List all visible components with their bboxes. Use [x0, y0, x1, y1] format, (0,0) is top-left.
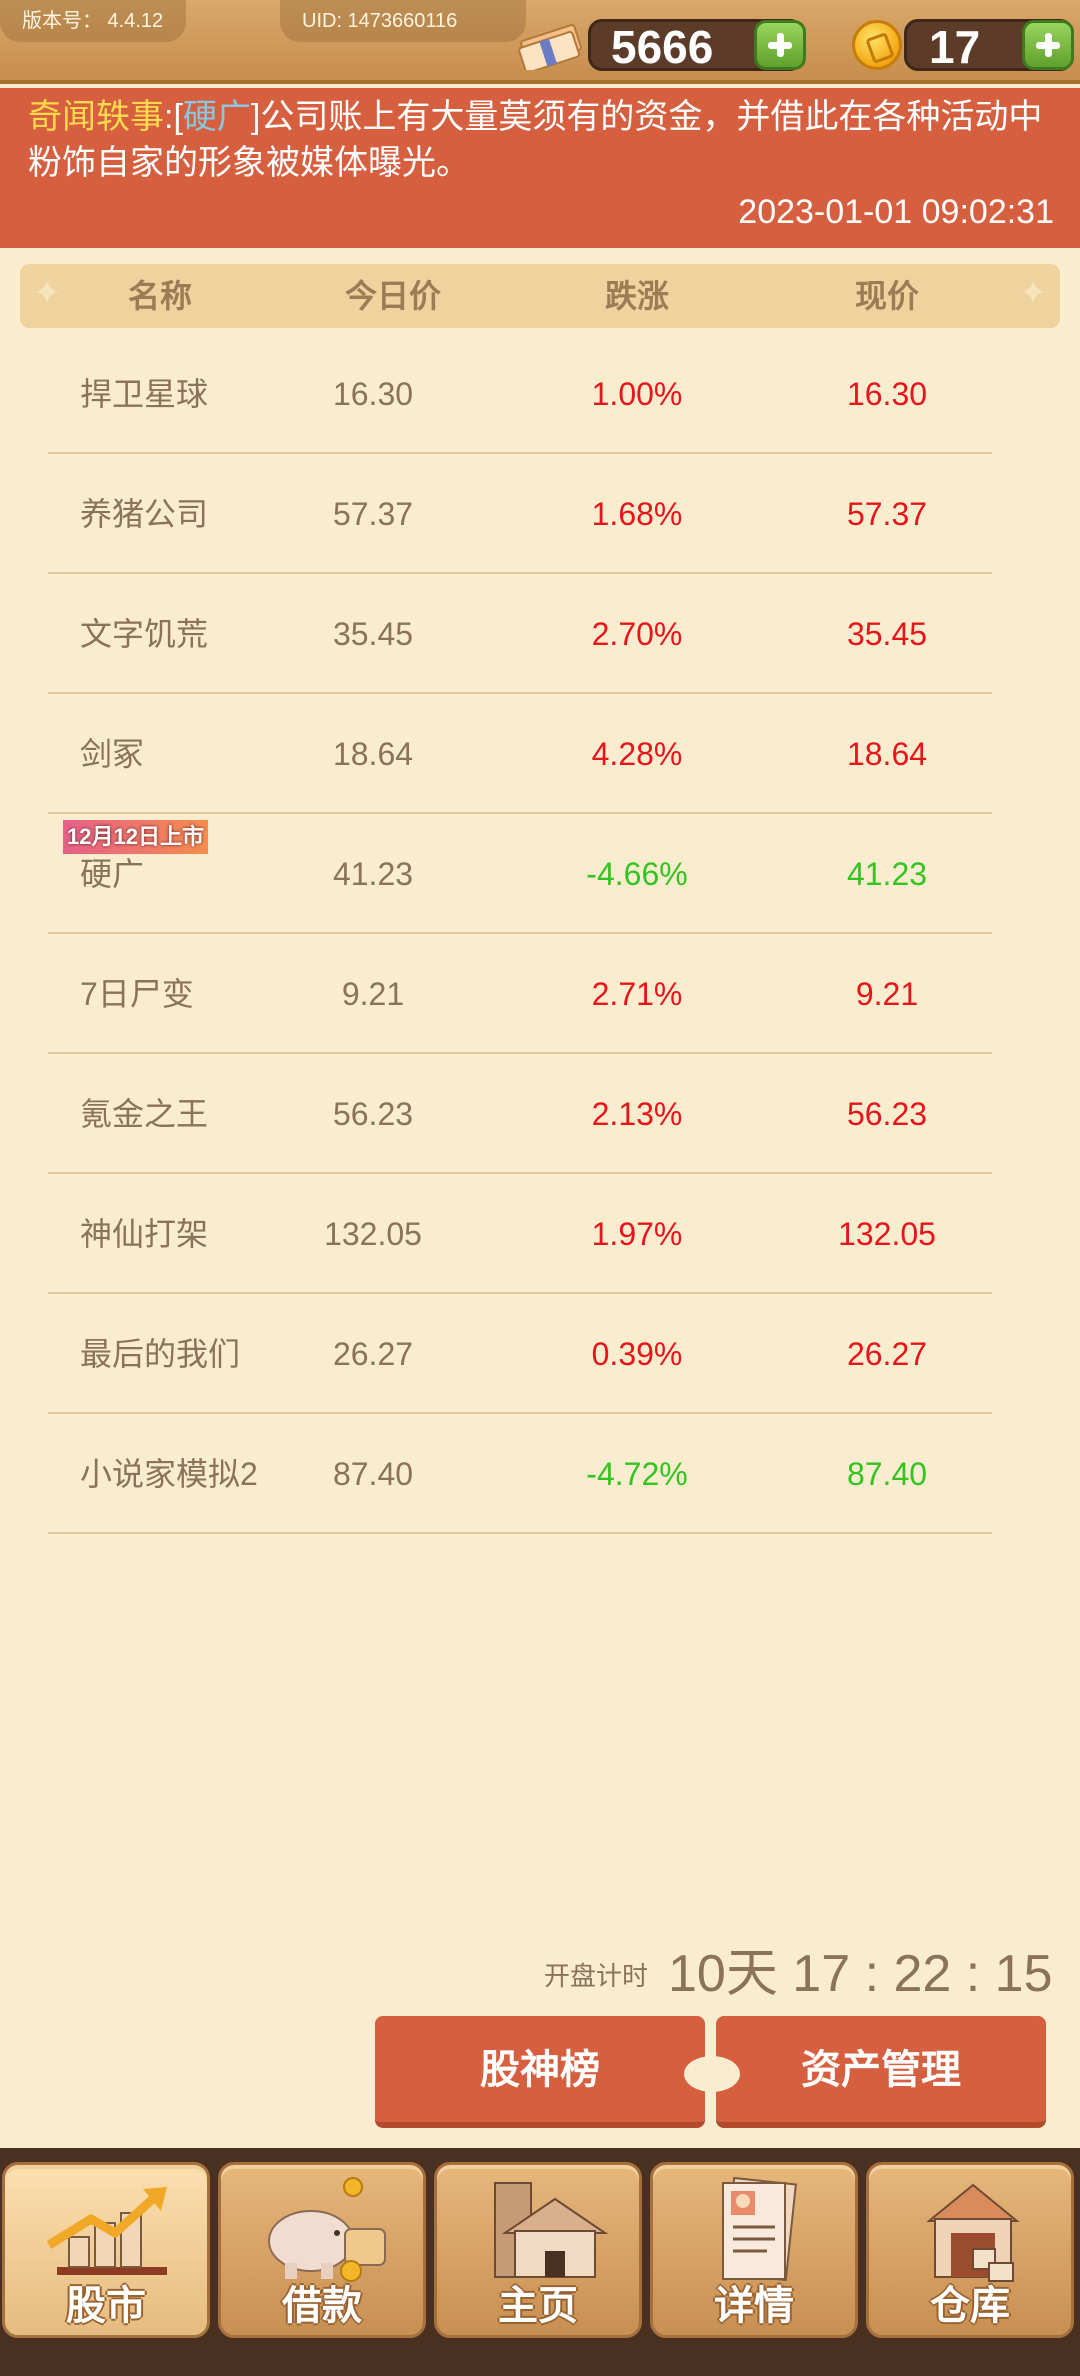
nav-tab-stock-market[interactable]: 股市 — [2, 2162, 210, 2338]
nav-tab-details[interactable]: 详情 — [650, 2162, 858, 2338]
news-bracket: :[ — [164, 98, 183, 136]
stock-change: -4.66% — [586, 856, 688, 892]
nav-label-loan: 借款 — [282, 2284, 362, 2328]
stock-today-price: 132.05 — [324, 1216, 422, 1252]
stock-row[interactable]: 小说家模拟2 87.40 -4.72% 87.40 — [48, 1414, 992, 1534]
asset-management-button[interactable]: 资产管理 — [716, 2016, 1046, 2128]
nav-tab-warehouse[interactable]: 仓库 — [866, 2162, 1074, 2338]
stock-row[interactable]: 最后的我们 26.27 0.39% 26.27 — [48, 1294, 992, 1414]
stock-table-header: ✦ 名称 今日价 跌涨 现价 ✦ — [20, 264, 1060, 328]
stock-name: 氪金之王 — [80, 1096, 209, 1132]
header-change: 跌涨 — [604, 278, 669, 314]
nav-label-stock: 股市 — [66, 2284, 146, 2328]
stock-today-price: 26.27 — [332, 1336, 414, 1372]
version-label: 版本号： 4.4.12 — [0, 0, 186, 42]
stock-today-price: 18.64 — [332, 736, 414, 772]
stock-row[interactable]: 神仙打架 132.05 1.97% 132.05 — [48, 1174, 992, 1294]
stock-table: 捍卫星球 16.30 1.00% 16.30 养猪公司 57.37 1.68% 57.37 文字… — [48, 334, 992, 1534]
stock-row[interactable]: 捍卫星球 16.30 1.00% 16.30 — [48, 334, 992, 454]
stock-change: 1.97% — [591, 1216, 683, 1252]
stock-current-price: 9.21 — [855, 976, 919, 1012]
stock-row[interactable]: 剑冢 18.64 4.28% 18.64 — [48, 694, 992, 814]
stock-name: 小说家模拟2 — [80, 1456, 258, 1492]
countdown-label: 开盘计时 — [544, 1961, 649, 1991]
stock-current-price: 16.30 — [846, 376, 928, 412]
leaderboard-button[interactable]: 股神榜 — [375, 2016, 705, 2128]
add-money-button[interactable] — [754, 20, 806, 70]
top-bar: 版本号： 4.4.12 UID: 1473660116 5666 17 — [0, 0, 1080, 84]
stock-current-price: 41.23 — [846, 856, 928, 892]
header-current-price: 现价 — [854, 278, 919, 314]
nav-tab-loan[interactable]: 借款 — [218, 2162, 426, 2338]
piggy-bank-icon — [268, 2177, 386, 2282]
news-timestamp: 2023-01-01 09:02:31 — [738, 193, 1054, 231]
house-icon — [494, 2182, 609, 2278]
stock-today-price: 9.21 — [341, 976, 405, 1012]
uid-label: UID: 1473660116 — [280, 0, 526, 42]
stock-today-price: 35.45 — [332, 616, 414, 652]
stock-name: 神仙打架 — [80, 1216, 209, 1252]
sparkle-icon: ✦ — [32, 274, 62, 312]
stock-name: 剑冢 — [80, 736, 145, 772]
add-coin-button[interactable] — [1022, 20, 1074, 70]
nav-tab-home[interactable]: 主页 — [434, 2162, 642, 2338]
news-tag: 奇闻轶事 — [28, 98, 164, 136]
news-company-link[interactable]: 硬广 — [183, 98, 251, 136]
nav-label-warehouse: 仓库 — [930, 2284, 1010, 2328]
stock-name: 7日尸变 — [80, 976, 194, 1012]
stock-today-price: 56.23 — [332, 1096, 414, 1132]
stock-change: -4.72% — [586, 1456, 688, 1492]
stock-row[interactable]: 氪金之王 56.23 2.13% 56.23 — [48, 1054, 992, 1174]
header-name: 名称 — [127, 278, 192, 314]
news-text: 奇闻轶事:[硬广]公司账上有大量莫须有的资金，并借此在各种活动中粉饰自家的形象被… — [28, 94, 1058, 186]
stock-change: 4.28% — [591, 736, 683, 772]
stock-current-price: 35.45 — [846, 616, 928, 652]
stock-chart-icon — [46, 2187, 167, 2275]
stock-change: 1.00% — [591, 376, 683, 412]
stock-change: 1.68% — [591, 496, 683, 532]
stock-current-price: 26.27 — [846, 1336, 928, 1372]
button-divider — [684, 2056, 740, 2092]
stock-today-price: 41.23 — [332, 856, 414, 892]
stock-name: 最后的我们 — [80, 1336, 241, 1372]
profile-document-icon — [722, 2176, 797, 2282]
stock-row[interactable]: 12月12日上市 硬广 41.23 -4.66% 41.23 — [48, 814, 992, 934]
news-banner: 奇闻轶事:[硬广]公司账上有大量莫须有的资金，并借此在各种活动中粉饰自家的形象被… — [0, 88, 1080, 248]
stock-current-price: 57.37 — [846, 496, 928, 532]
stock-row[interactable]: 文字饥荒 35.45 2.70% 35.45 — [48, 574, 992, 694]
bottom-nav: 股市 借款 主页 详情 仓库 — [0, 2148, 1080, 2376]
stock-name: 养猪公司 — [80, 496, 209, 532]
stock-today-price: 57.37 — [332, 496, 414, 532]
header-today-price: 今日价 — [344, 278, 441, 314]
warehouse-icon — [926, 2183, 1020, 2282]
stock-row[interactable]: 7日尸变 9.21 2.71% 9.21 — [48, 934, 992, 1054]
stock-current-price: 132.05 — [838, 1216, 936, 1252]
nav-label-home: 主页 — [498, 2284, 578, 2328]
coin-icon — [852, 20, 902, 70]
stock-name: 文字饥荒 — [80, 616, 209, 652]
stock-row[interactable]: 养猪公司 57.37 1.68% 57.37 — [48, 454, 992, 574]
sparkle-icon: ✦ — [1018, 274, 1048, 312]
stock-today-price: 87.40 — [332, 1456, 414, 1492]
stock-change: 2.13% — [591, 1096, 683, 1132]
stock-change: 2.71% — [591, 976, 683, 1012]
stock-current-price: 56.23 — [846, 1096, 928, 1132]
stock-change: 2.70% — [591, 616, 683, 652]
stock-current-price: 18.64 — [846, 736, 928, 772]
stock-today-price: 16.30 — [332, 376, 414, 412]
nav-label-details: 详情 — [714, 2284, 794, 2328]
countdown-timer: 10天 17 : 22 : 15 — [668, 1945, 1053, 2003]
stock-change: 0.39% — [591, 1336, 683, 1372]
cash-icon — [518, 24, 582, 70]
stock-name: 硬广 — [80, 856, 145, 892]
stock-name: 捍卫星球 — [80, 376, 209, 412]
stock-current-price: 87.40 — [846, 1456, 928, 1492]
